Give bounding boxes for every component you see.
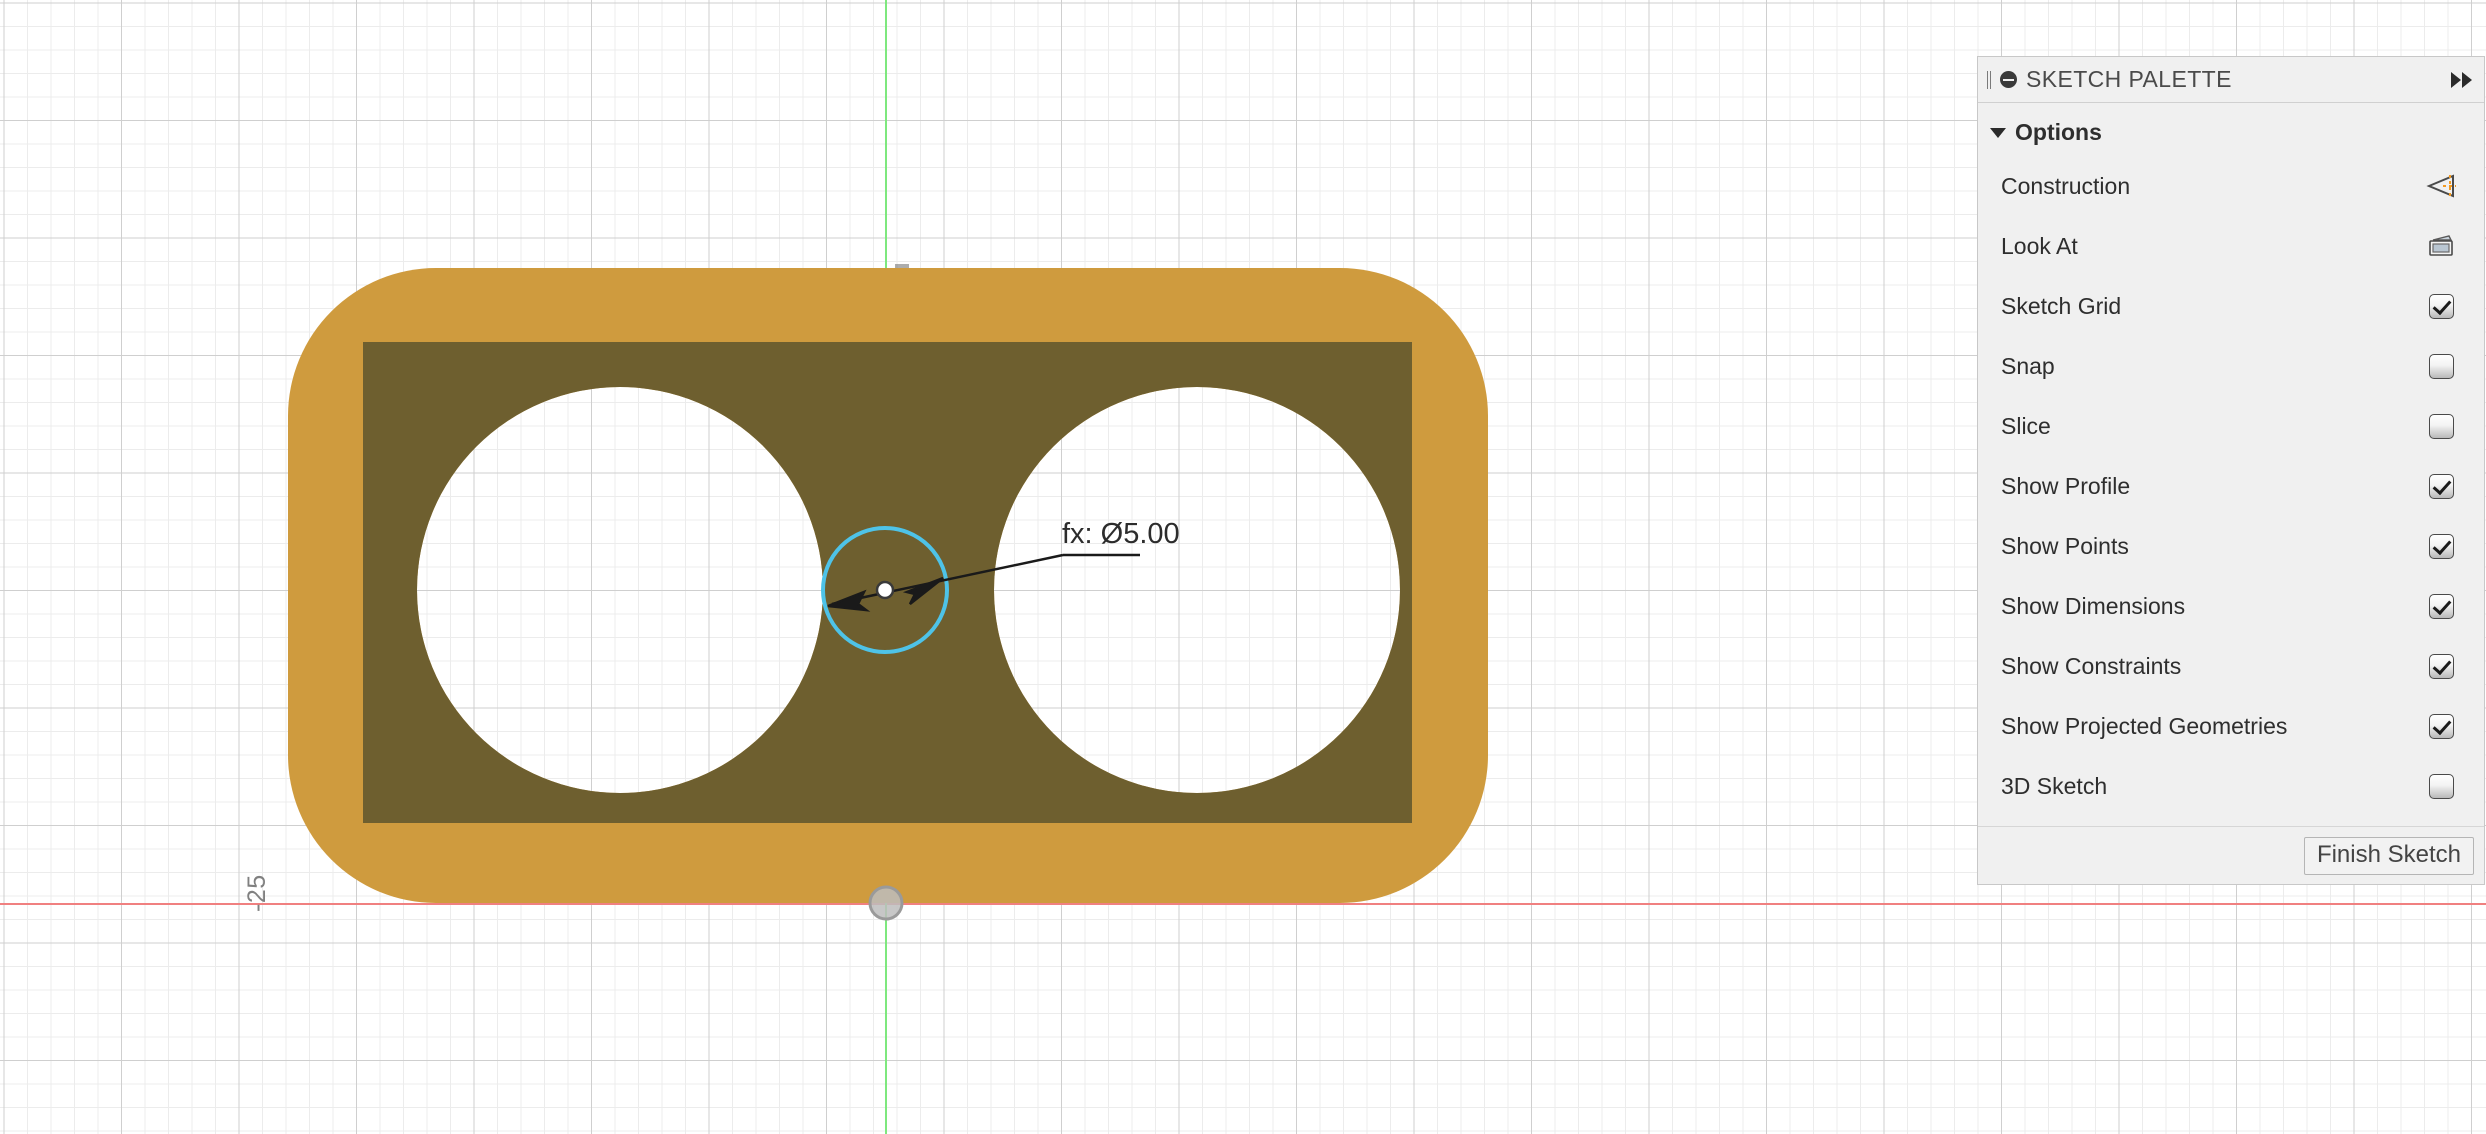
chevron-down-icon: [1990, 127, 2006, 138]
option-label-3d-sketch: 3D Sketch: [2001, 772, 2108, 799]
circle-center-point: [875, 580, 895, 600]
palette-title: SKETCH PALETTE: [2026, 66, 2232, 92]
checkbox-snap[interactable]: [2426, 353, 2456, 379]
option-row-3d-sketch[interactable]: 3D Sketch: [1978, 756, 2484, 816]
option-row-look-at[interactable]: Look At: [1978, 216, 2484, 276]
option-row-snap[interactable]: Snap: [1978, 336, 2484, 396]
checkbox-icon[interactable]: [2428, 653, 2454, 679]
checkbox-show-projected-geometries[interactable]: [2426, 713, 2456, 739]
checkbox-sketch-grid[interactable]: [2426, 293, 2456, 319]
option-row-show-dimensions[interactable]: Show Dimensions: [1978, 576, 2484, 636]
checkbox-show-points[interactable]: [2426, 533, 2456, 559]
construction-geometry-icon[interactable]: [2426, 173, 2456, 199]
options-group-label: Options: [2015, 119, 2102, 145]
drag-grip-icon[interactable]: [1986, 70, 1994, 89]
origin-point-marker: [868, 885, 904, 921]
look-at-camera-icon[interactable]: [2426, 234, 2456, 258]
checkbox-3d-sketch[interactable]: [2426, 773, 2456, 799]
checkbox-icon[interactable]: [2428, 473, 2454, 499]
option-label-snap: Snap: [2001, 352, 2055, 379]
checkbox-icon[interactable]: [2428, 353, 2454, 379]
checkbox-icon[interactable]: [2428, 773, 2454, 799]
checkbox-icon[interactable]: [2428, 293, 2454, 319]
top-edge-tick: [895, 264, 909, 268]
grid-axis-label: -25: [243, 874, 271, 912]
checkbox-show-constraints[interactable]: [2426, 653, 2456, 679]
option-label-construction: Construction: [2001, 172, 2131, 199]
chevron-double-right-icon[interactable]: [2451, 71, 2472, 88]
sketch-palette-panel[interactable]: SKETCH PALETTE Options Construction Look…: [1977, 56, 2485, 885]
option-label-show-projected-geometries: Show Projected Geometries: [2001, 712, 2288, 739]
minus-circle-icon[interactable]: [2000, 71, 2017, 88]
option-label-slice: Slice: [2001, 412, 2051, 439]
option-row-show-projected-geometries[interactable]: Show Projected Geometries: [1978, 696, 2484, 756]
checkbox-show-profile[interactable]: [2426, 473, 2456, 499]
checkbox-icon[interactable]: [2428, 593, 2454, 619]
option-row-construction[interactable]: Construction: [1978, 156, 2484, 216]
checkbox-icon[interactable]: [2428, 713, 2454, 739]
option-row-show-constraints[interactable]: Show Constraints: [1978, 636, 2484, 696]
checkbox-icon[interactable]: [2428, 533, 2454, 559]
options-group-header[interactable]: Options: [1978, 103, 2484, 156]
option-row-show-profile[interactable]: Show Profile: [1978, 456, 2484, 516]
option-row-sketch-grid[interactable]: Sketch Grid: [1978, 276, 2484, 336]
checkbox-show-dimensions[interactable]: [2426, 593, 2456, 619]
checkbox-icon[interactable]: [2428, 413, 2454, 439]
diameter-dimension-text[interactable]: fx: Ø5.00: [1062, 518, 1180, 551]
option-row-show-points[interactable]: Show Points: [1978, 516, 2484, 576]
option-label-show-dimensions: Show Dimensions: [2001, 592, 2186, 619]
option-label-sketch-grid: Sketch Grid: [2001, 292, 2122, 319]
option-row-slice[interactable]: Slice: [1978, 396, 2484, 456]
option-label-look-at: Look At: [2001, 232, 2078, 259]
palette-footer: Finish Sketch: [1978, 826, 2484, 884]
option-label-show-constraints: Show Constraints: [2001, 652, 2182, 679]
palette-header[interactable]: SKETCH PALETTE: [1978, 57, 2484, 103]
checkbox-slice[interactable]: [2426, 413, 2456, 439]
option-label-show-points: Show Points: [2001, 532, 2129, 559]
palette-body: Options Construction Look At Sketch Grid…: [1978, 103, 2484, 826]
finish-sketch-button[interactable]: Finish Sketch: [2303, 836, 2474, 875]
option-label-show-profile: Show Profile: [2001, 472, 2131, 499]
